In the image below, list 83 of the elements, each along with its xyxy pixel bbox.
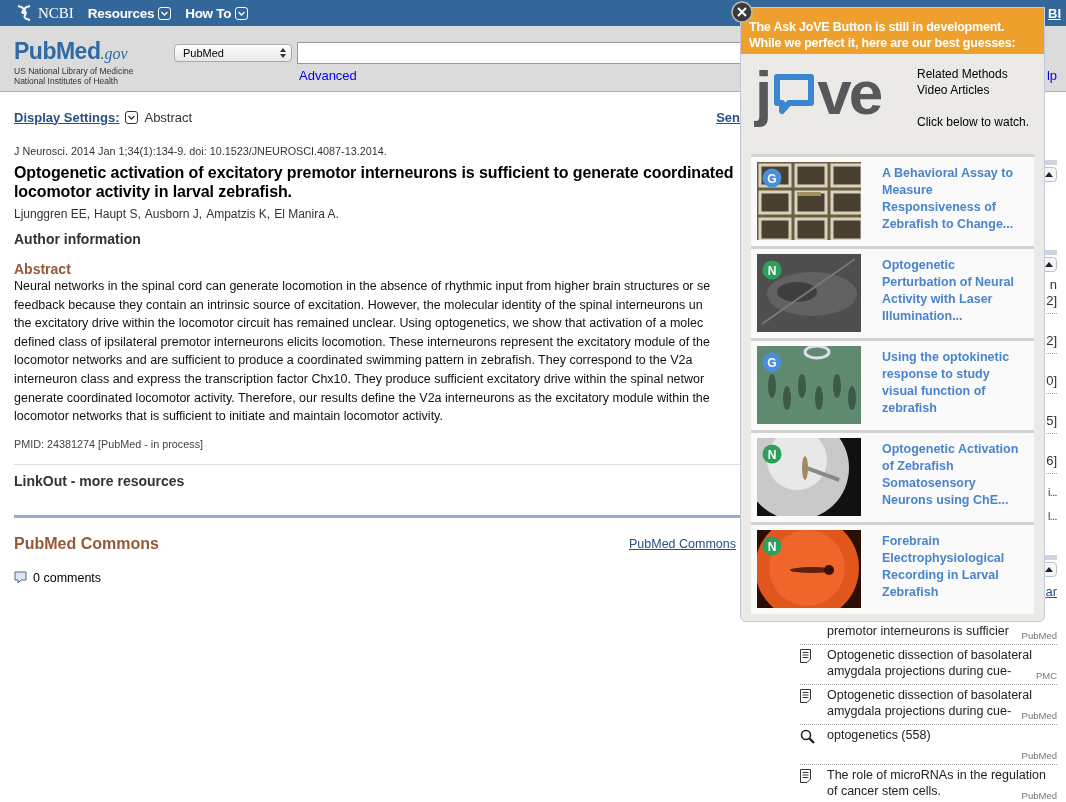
punctuation: , <box>86 207 91 221</box>
more-link[interactable]: i... <box>1047 486 1057 498</box>
format-label: Abstract <box>144 109 193 125</box>
author-link[interactable]: Ampatzis K <box>206 207 267 221</box>
source-label: PubMed <box>1019 750 1057 761</box>
source-label: PubMed <box>1019 630 1057 641</box>
source-label: PubMed <box>1019 790 1057 801</box>
video-card[interactable]: N Forebrain Electrophysiological Recording in Larval Zebrafish <box>751 522 1034 614</box>
related-text[interactable]: 5] <box>1046 413 1057 429</box>
punctuation: , <box>137 207 141 221</box>
database-select[interactable]: PubMed <box>174 44 292 62</box>
video-title-link[interactable]: A Behavioral Assay to Measure Responsiveness of Zebrafish to Change... <box>882 165 1014 246</box>
punctuation: , <box>198 207 203 221</box>
document-icon <box>800 689 811 703</box>
activity-link[interactable]: Optogenetic dissection of basolateral <box>827 647 1032 663</box>
author-link[interactable]: Ljunggren EE <box>14 207 87 221</box>
activity-link[interactable]: of cancer stem cells. <box>827 783 941 799</box>
badge-icon: N <box>762 444 782 464</box>
source-label: PMC <box>1033 670 1057 681</box>
dropdown-icon[interactable] <box>125 110 139 124</box>
author-link[interactable]: Ausborn J <box>144 207 199 221</box>
activity-link[interactable]: amygdala projections during cue- <box>827 663 1012 679</box>
close-button[interactable] <box>731 1 753 23</box>
menu-button[interactable]: How To <box>185 5 249 21</box>
collapse-icon <box>1044 567 1053 572</box>
author-information-toggle[interactable]: Author information <box>14 231 740 247</box>
activity-link[interactable]: The role of microRNAs in the regulation <box>827 767 1046 783</box>
video-title-link[interactable]: Using the optokinetic response to study visual function of zebrafish <box>882 349 1010 430</box>
punctuation: . <box>335 207 339 221</box>
abstract-text: Neural networks in the spinal cord can generate locomotion in the absence of rhythmic input from higher brain structures or se feedback because they contain an intrinsic source of excitation. However, the molecular identity of the spinal interneurons un the excitatory drive within the locomotor circuit has remained unclear. Using optogenetics, we show that activation of a molec defined class of ipsilateral premotor interneurons elicits locomotion. These interneurons represent the excitatory module of the locomotor networks and are sufficient to produce a coordinated swimming pattern in zebrafish. They correspond to the V2a interneuron class and express the transcription factor Chx10. They produce sufficient excitatory drive within the spinal networ generate coordinated locomotor activity. Therefore, our results define the V2a interneurons as the excitatory module within the locomotor networks that is sufficient to initiate and maintain locomotor activity. <box>14 278 712 426</box>
activity-link[interactable]: amygdala projections during cue- <box>827 703 1012 719</box>
video-card[interactable]: G A Behavioral Assay to Measure Responsiveness of Zebrafish to Change... <box>751 154 1034 246</box>
comment-icon <box>14 571 27 585</box>
related-text[interactable]: 2] <box>1046 293 1057 309</box>
collapse-icon <box>1044 172 1053 177</box>
related-text[interactable]: 6] <box>1046 453 1057 469</box>
activity-link[interactable]: optogenetics (558) <box>827 727 931 743</box>
search-icon <box>800 729 815 744</box>
badge-icon: N <box>762 536 782 556</box>
video-card[interactable]: N Optogenetic Perturbation of Neural Activity with Laser Illumination... <box>751 246 1034 338</box>
document-icon <box>800 769 811 783</box>
source-label: PubMed <box>1019 710 1057 721</box>
related-text[interactable]: 2] <box>1046 333 1057 349</box>
citation-text: 2014 Jan 1;34(1):134-9. doi: 10.1523/JNEUROSCI.4087-13.2014. <box>71 145 387 157</box>
video-title-link[interactable]: Optogenetic Perturbation of Neural Activity with Laser Illumination... <box>882 257 1014 338</box>
close-icon <box>731 1 753 23</box>
video-title-link[interactable]: Forebrain Electrophysiological Recording in Larval Zebrafish <box>882 533 1005 614</box>
select-arrows-icon <box>280 48 286 58</box>
video-title-link[interactable]: Optogenetic Activation of Zebrafish Somatosensory Neurons using ChE... <box>882 441 1019 522</box>
video-card[interactable]: G Using the optokinetic response to study visual function of zebrafish <box>751 338 1034 430</box>
comments-count[interactable]: 0 comments <box>33 570 102 585</box>
journal-link[interactable]: J Neurosci. <box>14 145 68 157</box>
abstract-heading: Abstract <box>14 261 72 277</box>
pmid-text: PMID: 24381274 [PubMed - in process] <box>14 437 205 450</box>
instruction-text: Click below to watch. <box>917 114 1030 130</box>
sign-in-link[interactable]: BI <box>1048 5 1061 21</box>
display-settings-link[interactable]: Display Settings: <box>14 109 120 125</box>
ncbi-logo[interactable]: NCBI <box>38 4 74 22</box>
pubmed-logo[interactable]: PubMed.gov <box>14 38 174 65</box>
commons-heading: PubMed Commons <box>14 534 159 553</box>
related-text[interactable]: n <box>1049 277 1057 293</box>
send-to-link[interactable]: Sen <box>716 109 740 125</box>
menu-button[interactable]: Resources <box>87 5 172 21</box>
author-link[interactable]: El Manira A <box>274 207 336 221</box>
activity-link[interactable]: premotor interneurons is sufficier <box>827 623 1009 639</box>
document-icon <box>800 649 811 663</box>
more-link[interactable]: l... <box>1047 510 1057 522</box>
article-title: Optogenetic activation of excitatory premotor interneurons is sufficient to generate coordinated locomotor activity in larval zebrafish. <box>14 163 735 201</box>
badge-icon: G <box>762 352 782 372</box>
related-text[interactable]: 0] <box>1046 373 1057 389</box>
activity-link[interactable]: Optogenetic dissection of basolateral <box>827 687 1032 703</box>
commons-link[interactable]: PubMed Commons <box>629 536 736 551</box>
notice-text: The Ask JoVE Button is still in development. While we perfect it, here are our best guesses: <box>741 8 1044 54</box>
badge-icon: N <box>762 260 782 280</box>
help-link[interactable]: lp <box>1046 68 1057 83</box>
collapse-icon <box>1044 262 1053 267</box>
linkout-toggle[interactable]: LinkOut - more resources <box>14 472 740 489</box>
badge-icon: G <box>762 168 782 188</box>
punctuation: , <box>266 207 271 221</box>
organization-text: US National Library of Medicine National Institutes of Health <box>14 66 135 86</box>
video-card[interactable]: N Optogenetic Activation of Zebrafish Somatosensory Neurons using ChE... <box>751 430 1034 522</box>
tagline-text: Related Methods Video Articles <box>917 66 1009 98</box>
jove-logo: j ve <box>755 65 882 129</box>
